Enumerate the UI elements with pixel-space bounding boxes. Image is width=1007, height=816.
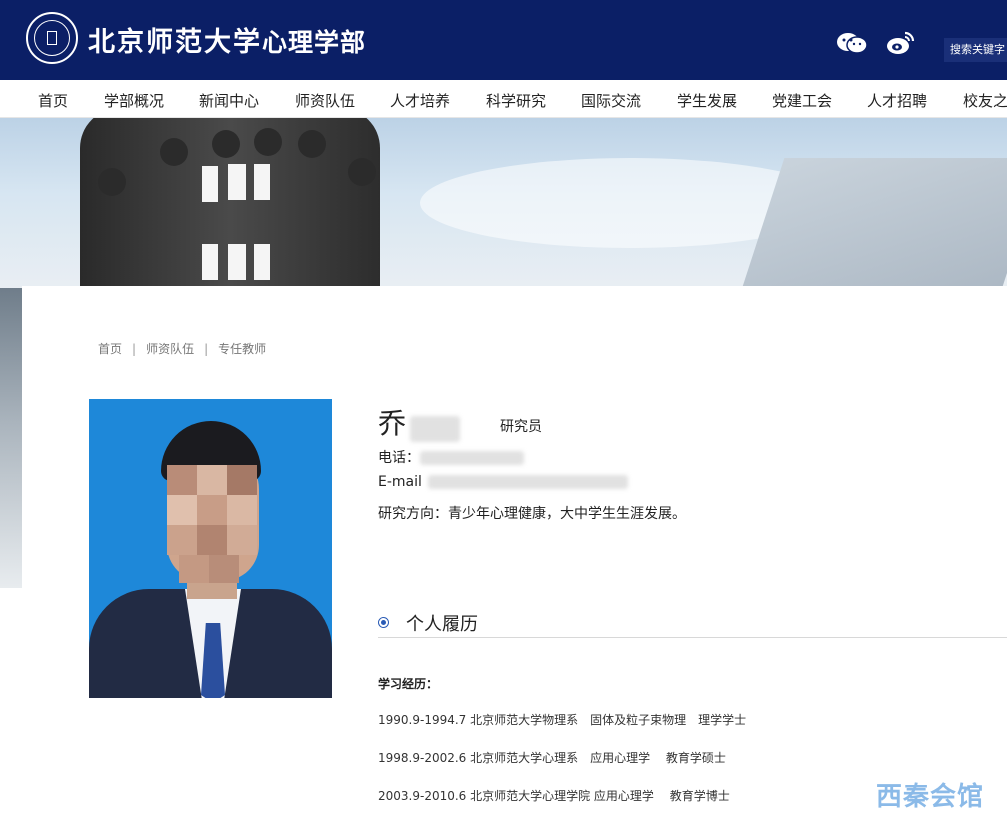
nav-item-education[interactable]: 人才培养 bbox=[390, 90, 450, 111]
banner-image bbox=[0, 118, 1007, 288]
email-row: E-mail bbox=[378, 474, 628, 490]
breadcrumb-fulltime[interactable]: 专任教师 bbox=[218, 342, 266, 356]
nav-item-recruitment[interactable]: 人才招聘 bbox=[867, 90, 927, 111]
breadcrumb-faculty[interactable]: 师资队伍 bbox=[146, 342, 194, 356]
nav-item-faculty[interactable]: 师资队伍 bbox=[295, 90, 355, 111]
site-header: 北京师范大学心理学部 搜索关键字 bbox=[0, 0, 1007, 80]
nav-item-party[interactable]: 党建工会 bbox=[772, 90, 832, 111]
department-name: 心理学部 bbox=[262, 28, 367, 57]
weibo-icon[interactable] bbox=[886, 30, 916, 56]
university-seal-logo[interactable] bbox=[26, 12, 78, 64]
breadcrumb-home[interactable]: 首页 bbox=[98, 342, 122, 356]
nav-item-international[interactable]: 国际交流 bbox=[581, 90, 641, 111]
nav-item-alumni[interactable]: 校友之 bbox=[963, 90, 1007, 111]
wechat-icon[interactable] bbox=[836, 32, 868, 54]
background-strip bbox=[0, 288, 22, 588]
research-row: 研究方向：青少年心理健康，大中学生生涯发展。 bbox=[378, 503, 686, 523]
nav-item-research[interactable]: 科学研究 bbox=[486, 90, 546, 111]
education-heading: 学习经历： bbox=[378, 677, 439, 691]
bullet-icon bbox=[378, 617, 389, 628]
university-name: 北京师范大学 bbox=[88, 27, 262, 58]
nav-item-home[interactable]: 首页 bbox=[38, 90, 68, 111]
phone-row: 电话： bbox=[378, 447, 524, 467]
nav-item-students[interactable]: 学生发展 bbox=[677, 90, 737, 111]
profile-name: 乔 bbox=[378, 402, 461, 442]
phone-label: 电话： bbox=[378, 450, 420, 466]
research-label: 研究方向： bbox=[378, 506, 448, 522]
main-nav: 首页 学部概况 新闻中心 师资队伍 人才培养 科学研究 国际交流 学生发展 党建… bbox=[0, 80, 1007, 118]
breadcrumb: 首页 | 师资队伍 | 专任教师 bbox=[98, 342, 267, 356]
nav-item-overview[interactable]: 学部概况 bbox=[104, 90, 164, 111]
nav-item-news[interactable]: 新闻中心 bbox=[199, 90, 259, 111]
site-logo-text[interactable]: 北京师范大学心理学部 bbox=[88, 20, 366, 59]
surname: 乔 bbox=[378, 407, 407, 440]
research-value: 青少年心理健康，大中学生生涯发展。 bbox=[448, 506, 686, 522]
section-title: 个人履历 bbox=[406, 614, 478, 635]
profile-title: 研究员 bbox=[500, 419, 542, 435]
search-input[interactable]: 搜索关键字 bbox=[944, 38, 1007, 62]
education-item: 1990.9-1994.7 北京师范大学物理系 固体及粒子束物理 理学学士 bbox=[378, 713, 747, 727]
section-header-cv: 个人履历 bbox=[378, 610, 1007, 638]
email-label: E-mail bbox=[378, 474, 422, 490]
education-item: 1998.9-2002.6 北京师范大学心理系 应用心理学 教育学硕士 bbox=[378, 751, 726, 765]
watermark: 西秦会馆 bbox=[876, 782, 985, 812]
profile-photo bbox=[89, 399, 332, 698]
education-item: 2003.9-2010.6 北京师范大学心理学院 应用心理学 教育学博士 bbox=[378, 789, 730, 803]
